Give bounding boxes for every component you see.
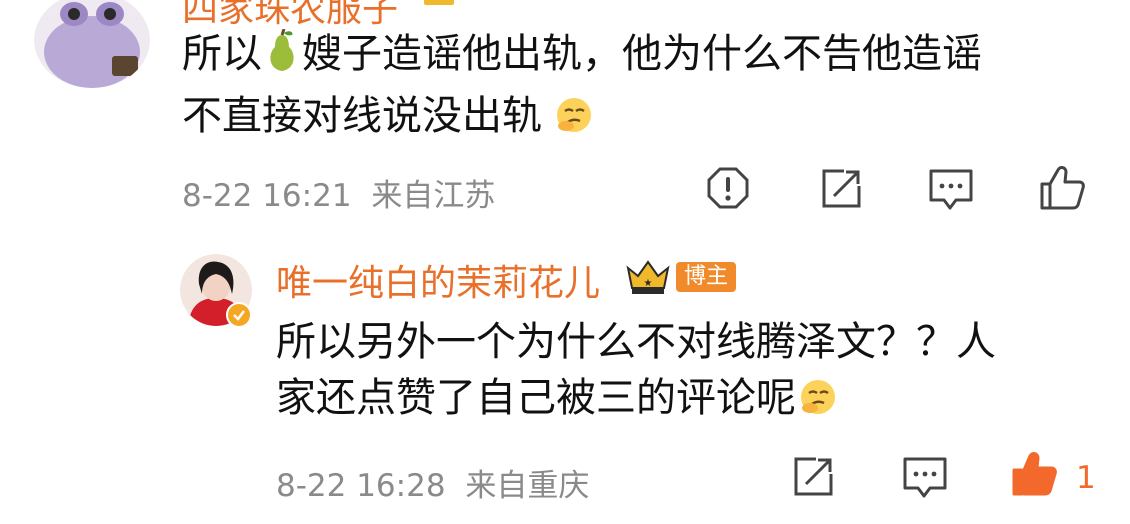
comment-location: 来自江苏 — [371, 178, 496, 214]
comment-text: 所以 嫂子造谣他出轨，他为什么不告他造谣 不直接对线说没出轨 — [182, 26, 1082, 150]
blogger-badge: 博主 — [672, 262, 737, 292]
comment-time: 8-22 16:21 — [182, 178, 352, 214]
vip-crown-icon — [422, 0, 456, 11]
reply-text: 所以另外一个为什么不对线腾泽文？？人 家还点赞了自己被三的评论呢 — [276, 314, 1096, 432]
vip-crown-icon: ★ — [626, 258, 670, 300]
comment-text-line1: 所以 嫂子造谣他出轨，他为什么不告他造谣 — [182, 26, 1082, 88]
thinking-emoji — [554, 94, 594, 150]
comment-text-line2: 不直接对线说没出轨 — [182, 88, 1082, 150]
like-icon[interactable] — [1038, 164, 1086, 212]
reply-username[interactable]: 唯一纯白的茉莉花儿 — [276, 254, 600, 306]
comment-meta: 8-22 16:21 来自江苏 — [182, 170, 495, 215]
share-icon[interactable] — [820, 168, 862, 210]
reply-meta: 8-22 16:28 来自重庆 — [276, 460, 589, 505]
reply-text-line1: 所以另外一个为什么不对线腾泽文？？人 — [276, 319, 996, 365]
reply-text-line2: 家还点赞了自己被三的评论呢 — [276, 370, 1096, 432]
avatar[interactable] — [34, 0, 150, 88]
share-icon[interactable] — [792, 456, 834, 498]
comment-icon[interactable] — [928, 168, 974, 212]
comment-icon[interactable] — [902, 456, 948, 500]
pear-emoji — [262, 28, 302, 88]
svg-text:★: ★ — [644, 278, 653, 289]
verified-badge — [226, 302, 252, 328]
thinking-emoji — [798, 376, 838, 432]
reply-time: 8-22 16:28 — [276, 468, 446, 504]
like-icon-liked[interactable] — [1010, 450, 1058, 498]
report-icon[interactable] — [706, 166, 750, 210]
reply-location: 来自重庆 — [465, 468, 590, 504]
like-count: 1 — [1076, 460, 1096, 496]
